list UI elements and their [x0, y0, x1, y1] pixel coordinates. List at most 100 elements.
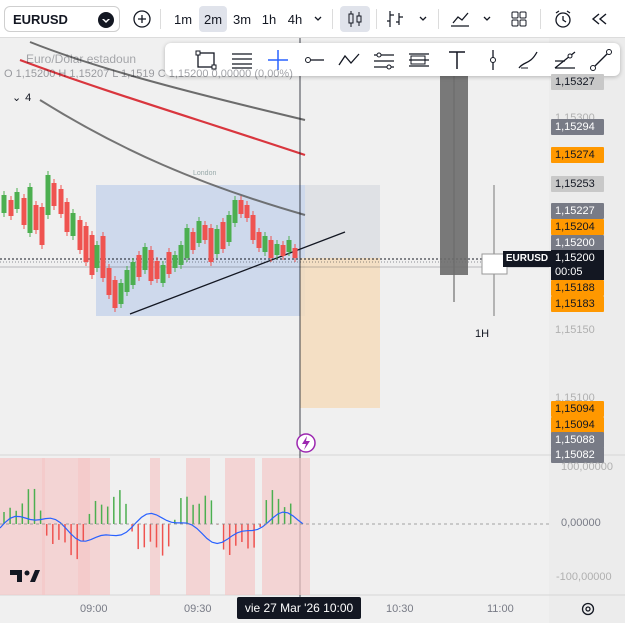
candle-body [226, 215, 232, 242]
candle-body [184, 228, 190, 258]
candles-icon[interactable] [340, 6, 370, 32]
candle-body [136, 255, 142, 277]
candle-body [64, 202, 70, 232]
rewind-icon[interactable] [586, 6, 612, 32]
candle-body [262, 236, 268, 252]
price-label: 1,15094 [551, 401, 604, 417]
osc-label-zero: 0,00000 [561, 517, 601, 529]
price-chart[interactable]: London [0, 38, 625, 623]
candle-body [190, 232, 196, 250]
horizontal-ray-icon[interactable] [301, 47, 327, 73]
candle-body [256, 232, 262, 248]
target-zone [300, 258, 380, 408]
candle-body [250, 215, 256, 240]
symbol-search[interactable]: EURUSD [4, 6, 120, 32]
candle-body [172, 255, 178, 268]
candle-body [148, 250, 154, 281]
trendline-tool-icon[interactable] [588, 47, 614, 73]
candle-body [280, 245, 286, 256]
candle-body [39, 207, 45, 245]
price-label: 1,15204 [551, 219, 604, 235]
tf-1h[interactable]: 1h [257, 6, 281, 32]
candle-body [154, 261, 160, 279]
time-label-1100: 11:00 [487, 603, 514, 615]
brush-tool-icon[interactable] [516, 47, 542, 73]
candle-body [124, 270, 130, 292]
zone-label: London [193, 170, 216, 177]
indicators-collapse[interactable]: ⌄ 4 [12, 91, 31, 104]
candle-body [83, 226, 89, 262]
time-label-0930: 09:30 [184, 603, 212, 615]
tf-3m[interactable]: 3m [229, 6, 255, 32]
tf-2m[interactable]: 2m [199, 6, 227, 32]
chart-type-chevron-down-icon[interactable] [478, 6, 496, 32]
candle-body [8, 200, 14, 216]
price-label: 1,15227 [551, 203, 604, 219]
layout-grid-icon[interactable] [506, 6, 532, 32]
candle-body [274, 244, 280, 255]
candle-body [238, 200, 244, 214]
candle-body [166, 252, 172, 274]
settings-gear-icon[interactable] [580, 601, 596, 617]
candle-body [286, 240, 292, 252]
candle-body [100, 236, 106, 278]
price-label: 1,15294 [551, 119, 604, 135]
price-label: 1,15088 [551, 432, 604, 448]
candle-body [70, 213, 76, 236]
candle-body [160, 265, 166, 283]
price-label: 1,15274 [551, 147, 604, 163]
candle-body [58, 189, 64, 214]
osc-band [0, 458, 45, 595]
text-tool-icon[interactable] [444, 47, 470, 73]
time-label-0900: 09:00 [80, 603, 108, 615]
chevron-down-icon[interactable]: ⌄ [12, 91, 22, 104]
pitchfork-icon[interactable] [552, 47, 578, 73]
symbol-legend-title: Euro/Dólar estadoun [26, 52, 137, 66]
tf-1m[interactable]: 1m [170, 6, 196, 32]
symbol-search-icon[interactable] [97, 11, 115, 29]
candle-body [196, 221, 202, 243]
indicators-icon[interactable] [382, 6, 408, 32]
path-tool-icon[interactable] [336, 47, 362, 73]
current-price-label: 1,15200 00:05 [551, 250, 604, 280]
price-label: 1,15188 [551, 280, 604, 296]
candle-body [106, 268, 112, 295]
price-label: 1,15094 [551, 417, 604, 433]
candle-body [33, 205, 39, 230]
candle-body [21, 198, 27, 225]
vertical-line-icon[interactable] [480, 47, 506, 73]
chart-type-icon[interactable] [446, 6, 474, 32]
top-toolbar: EURUSD 1m 2m 3m 1h 4h [0, 0, 625, 38]
candle-body [51, 183, 57, 206]
candle-body [77, 220, 83, 250]
candle-body [178, 245, 184, 265]
time-cursor-label: vie 27 Mar '26 10:00 [237, 597, 361, 619]
osc-band [186, 458, 210, 595]
candle-body [208, 228, 214, 262]
candle-body [94, 245, 100, 268]
candle-body [45, 175, 51, 215]
candle-body [292, 248, 298, 258]
indicator-count: 4 [25, 92, 32, 104]
candle-body [112, 280, 118, 308]
tf-4h[interactable]: 4h [283, 6, 307, 32]
alert-clock-icon[interactable] [550, 6, 576, 32]
candle-body [130, 262, 136, 285]
ohlc-values: O 1,15200 H 1,15207 L 1,1519 C 1,15200 0… [4, 68, 293, 80]
candle-body [214, 229, 220, 254]
timeframe-chevron-down-icon[interactable] [309, 6, 327, 32]
price-label: 1,15327 [551, 74, 604, 90]
oscillator-pane [0, 458, 310, 595]
candle-body [244, 205, 250, 218]
channel-tool-icon[interactable] [371, 47, 397, 73]
price-label: 1,15183 [551, 296, 604, 312]
compare-add-icon[interactable] [130, 6, 154, 32]
candle-body [118, 283, 124, 304]
htf-candle-bear [440, 60, 468, 275]
replay-lightning-icon[interactable] [296, 433, 316, 453]
long-position-icon[interactable] [406, 47, 432, 73]
candle-body [14, 192, 20, 209]
symbol-name: EURUSD [13, 11, 68, 27]
indicators-chevron-down-icon[interactable] [414, 6, 432, 32]
candle-body [232, 200, 238, 223]
